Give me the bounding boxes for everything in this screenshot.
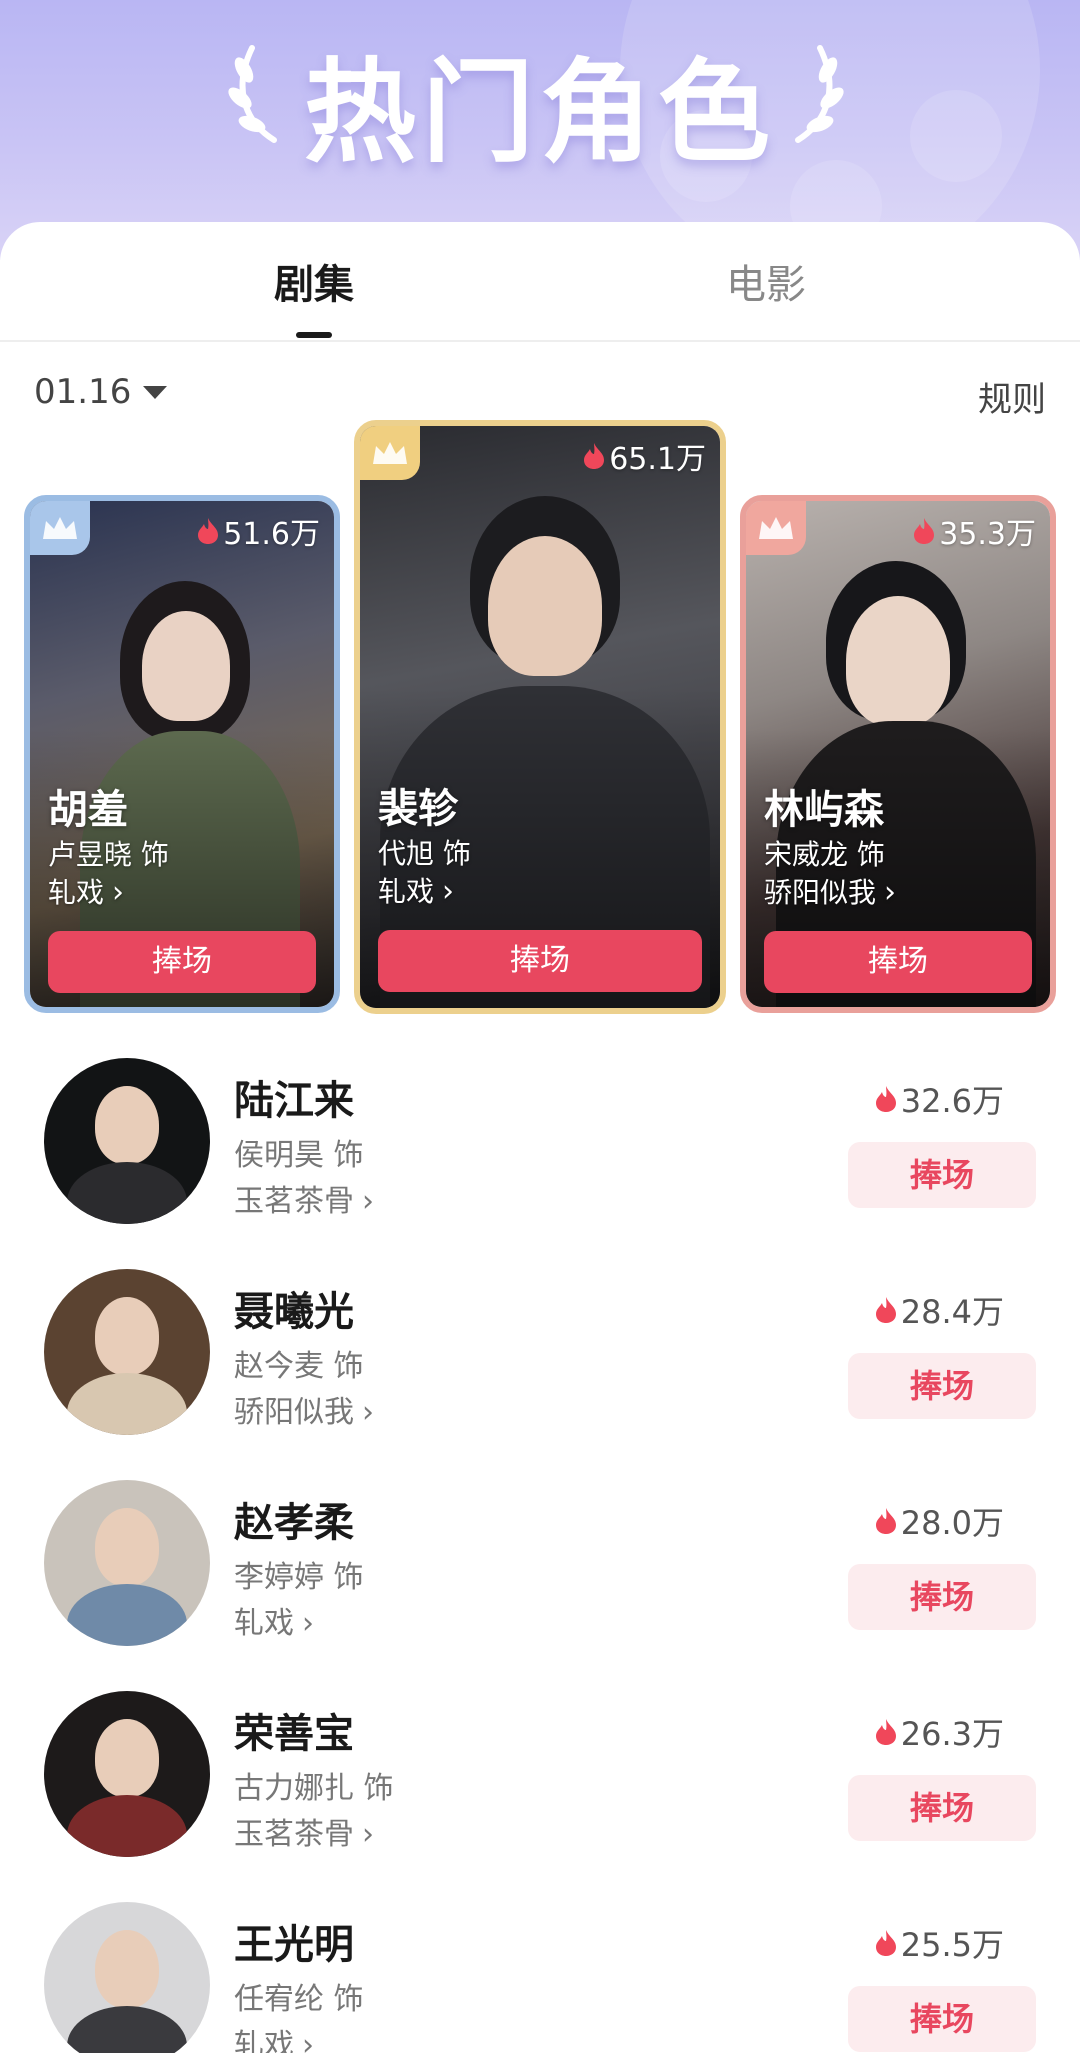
heat-value: 35.3万 xyxy=(913,509,1036,553)
cheer-button[interactable]: 捧场 xyxy=(848,1564,1036,1630)
list-item[interactable]: 荣善宝 古力娜扎 饰 玉茗茶骨 › 26.3万 捧场 xyxy=(0,1691,1080,1901)
cheer-button[interactable]: 捧场 xyxy=(378,930,702,992)
actor-name: 代旭 饰 xyxy=(378,837,471,870)
chevron-right-icon: › xyxy=(442,874,455,909)
flame-icon xyxy=(875,1930,896,1956)
show-link[interactable]: 骄阳似我 › xyxy=(234,1387,374,1431)
flame-icon xyxy=(875,1719,896,1745)
chevron-right-icon: › xyxy=(112,875,125,910)
laurel-right-icon xyxy=(795,45,844,143)
show-link[interactable]: 轧戏 › xyxy=(234,1598,314,1642)
heat-value: 65.1万 xyxy=(583,434,706,478)
character-name: 赵孝柔 xyxy=(234,1500,354,1546)
cheer-button[interactable]: 捧场 xyxy=(848,1986,1036,2052)
actor-name: 赵今麦 饰 xyxy=(234,1349,364,1384)
actor-name: 侯明昊 饰 xyxy=(234,1138,364,1173)
top-card-rank-3[interactable]: 35.3万 林屿森 宋威龙 饰 骄阳似我 › 捧场 xyxy=(740,495,1056,1013)
avatar xyxy=(44,1480,210,1646)
character-name: 聂曦光 xyxy=(234,1289,354,1335)
flame-icon xyxy=(198,518,219,544)
chevron-right-icon: › xyxy=(302,1606,314,1641)
character-name: 荣善宝 xyxy=(234,1711,354,1757)
character-name: 陆江来 xyxy=(234,1078,354,1124)
caret-down-icon xyxy=(143,385,168,399)
crown-badge xyxy=(30,501,90,555)
top-card-rank-1[interactable]: 65.1万 裴轸 代旭 饰 轧戏 › 捧场 xyxy=(354,420,726,1014)
flame-icon xyxy=(875,1508,896,1534)
rules-link[interactable]: 规则 xyxy=(978,372,1046,421)
show-link[interactable]: 轧戏 › xyxy=(378,870,454,910)
cheer-button[interactable]: 捧场 xyxy=(848,1353,1036,1419)
actor-name: 任宥纶 饰 xyxy=(234,1982,364,2017)
top-card-rank-2[interactable]: 51.6万 胡羞 卢昱晓 饰 轧戏 › 捧场 xyxy=(24,495,340,1013)
heat-value: 32.6万 xyxy=(875,1076,1004,1122)
avatar xyxy=(44,1691,210,1857)
cheer-button[interactable]: 捧场 xyxy=(848,1142,1036,1208)
actor-name: 古力娜扎 饰 xyxy=(234,1771,394,1806)
date-dropdown[interactable]: 01.16 xyxy=(34,372,168,412)
header-banner: 热门角色 xyxy=(0,0,1080,260)
crown-badge xyxy=(746,501,806,555)
cheer-button[interactable]: 捧场 xyxy=(48,931,316,993)
chevron-right-icon: › xyxy=(884,875,897,910)
chevron-right-icon: › xyxy=(362,1817,374,1852)
heat-value: 25.5万 xyxy=(875,1920,1004,1966)
flame-icon xyxy=(584,443,605,469)
heat-value: 28.4万 xyxy=(875,1287,1004,1333)
show-link[interactable]: 轧戏 › xyxy=(234,2020,314,2053)
crown-badge xyxy=(360,426,420,480)
list-item[interactable]: 赵孝柔 李婷婷 饰 轧戏 › 28.0万 捧场 xyxy=(0,1480,1080,1690)
avatar xyxy=(44,1902,210,2053)
avatar xyxy=(44,1058,210,1224)
flame-icon xyxy=(875,1086,896,1112)
list-item[interactable]: 王光明 任宥纶 饰 轧戏 › 25.5万 捧场 xyxy=(0,1902,1080,2053)
character-name: 胡羞 xyxy=(48,787,128,833)
chevron-right-icon: › xyxy=(362,1395,374,1430)
list-item[interactable]: 陆江来 侯明昊 饰 玉茗茶骨 › 32.6万 捧场 xyxy=(0,1058,1080,1268)
heat-value: 51.6万 xyxy=(197,509,320,553)
crown-icon xyxy=(43,517,77,539)
crown-icon xyxy=(759,517,793,539)
show-link[interactable]: 玉茗茶骨 › xyxy=(234,1809,374,1853)
cheer-button[interactable]: 捧场 xyxy=(764,931,1032,993)
heat-value: 26.3万 xyxy=(875,1709,1004,1755)
actor-name: 卢昱晓 饰 xyxy=(48,838,169,871)
tab-series[interactable]: 剧集 xyxy=(214,252,414,310)
tab-movies[interactable]: 电影 xyxy=(666,252,866,310)
page-title: 热门角色 xyxy=(304,48,776,178)
character-name: 王光明 xyxy=(234,1922,354,1968)
chevron-right-icon: › xyxy=(302,2028,314,2053)
flame-icon xyxy=(875,1297,896,1323)
show-link[interactable]: 骄阳似我 › xyxy=(764,871,896,911)
chevron-right-icon: › xyxy=(362,1184,374,1219)
actor-name: 李婷婷 饰 xyxy=(234,1560,364,1595)
list-item[interactable]: 聂曦光 赵今麦 饰 骄阳似我 › 28.4万 捧场 xyxy=(0,1269,1080,1479)
actor-name: 宋威龙 饰 xyxy=(764,838,885,871)
cheer-button[interactable]: 捧场 xyxy=(848,1775,1036,1841)
flame-icon xyxy=(914,518,935,544)
active-tab-indicator xyxy=(296,332,332,338)
heat-value: 28.0万 xyxy=(875,1498,1004,1544)
character-name: 林屿森 xyxy=(764,787,884,833)
show-link[interactable]: 玉茗茶骨 › xyxy=(234,1176,374,1220)
character-name: 裴轸 xyxy=(378,786,458,832)
crown-icon xyxy=(373,442,407,464)
category-tabs: 剧集 电影 xyxy=(0,222,1080,342)
avatar xyxy=(44,1269,210,1435)
date-value: 01.16 xyxy=(34,372,132,412)
show-link[interactable]: 轧戏 › xyxy=(48,871,124,911)
